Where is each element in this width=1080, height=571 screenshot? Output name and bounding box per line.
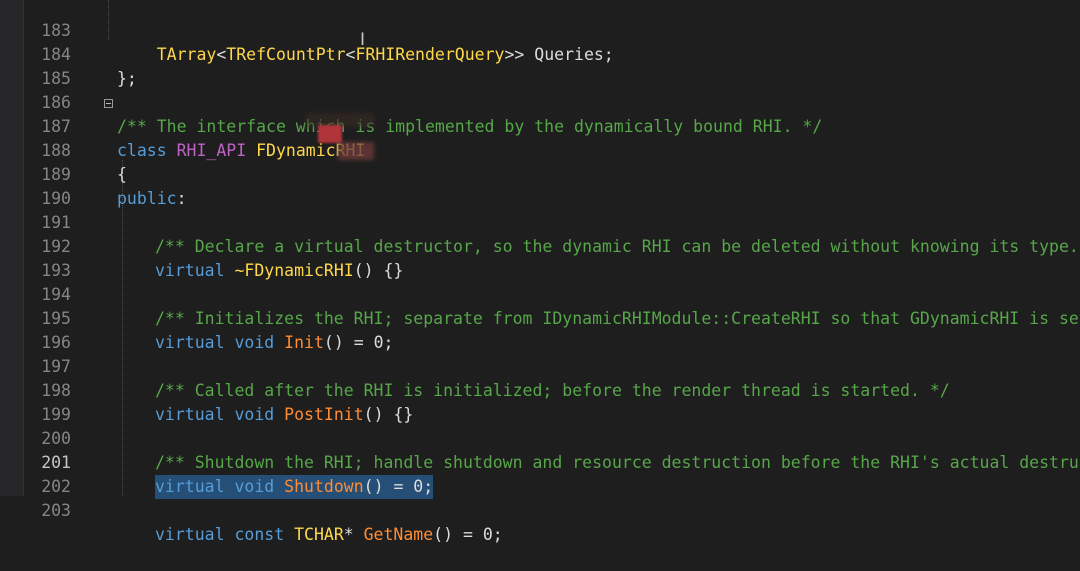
code-line-188[interactable]: 188 { [0,115,1080,184]
code-line-195[interactable]: 195 virtual void Init() = 0; [0,283,1080,352]
code-line-191[interactable]: 191 /** Declare a virtual destructor, so… [0,187,1080,256]
redaction-blur [338,142,374,160]
code-line-203[interactable]: 203 virtual const TCHAR* GetName() = 0; [0,475,1080,544]
code-line-201[interactable]: 201 virtual void Shutdown() = 0; [0,427,1080,499]
code-line-193[interactable]: 193 [0,235,1080,280]
code-line-199[interactable]: 199 [0,379,1080,424]
code-line-192[interactable]: 192 virtual ~FDynamicRHI() {} [0,211,1080,280]
code-line-197[interactable]: 197 /** Called after the RHI is initiali… [0,331,1080,400]
code-line-200[interactable]: 200 /** Shutdown the RHI; handle shutdow… [0,403,1080,472]
code-editor[interactable]: 183 TArray<TRefCountPtr<FRHIRenderQuery>… [0,0,1080,544]
redaction-blur [318,125,342,143]
code-line-186[interactable]: 186 /** The interface which is implement… [0,67,1080,136]
code-line-190[interactable]: 190 [0,163,1080,208]
code-line-202[interactable]: 202 [0,451,1080,496]
code-line-189[interactable]: 189 public: [0,139,1080,208]
code-text: virtual const TCHAR* GetName() = 0; [155,525,503,544]
code-line-198[interactable]: 198 virtual void PostInit() {} [0,355,1080,424]
line-number: 203 [41,501,71,520]
code-line-183[interactable]: 183 TArray<TRefCountPtr<FRHIRenderQuery>… [0,0,1080,64]
code-line-187[interactable]: 187 class RHI_API FDynamicRHI [0,91,1080,160]
code-line-194[interactable]: 194 /** Initializes the RHI; separate fr… [0,259,1080,328]
text-cursor-icon: I [360,30,366,50]
code-line-185[interactable]: 185 [0,43,1080,88]
code-line-196[interactable]: 196 [0,307,1080,352]
code-line-184[interactable]: 184 }; [0,19,1080,88]
